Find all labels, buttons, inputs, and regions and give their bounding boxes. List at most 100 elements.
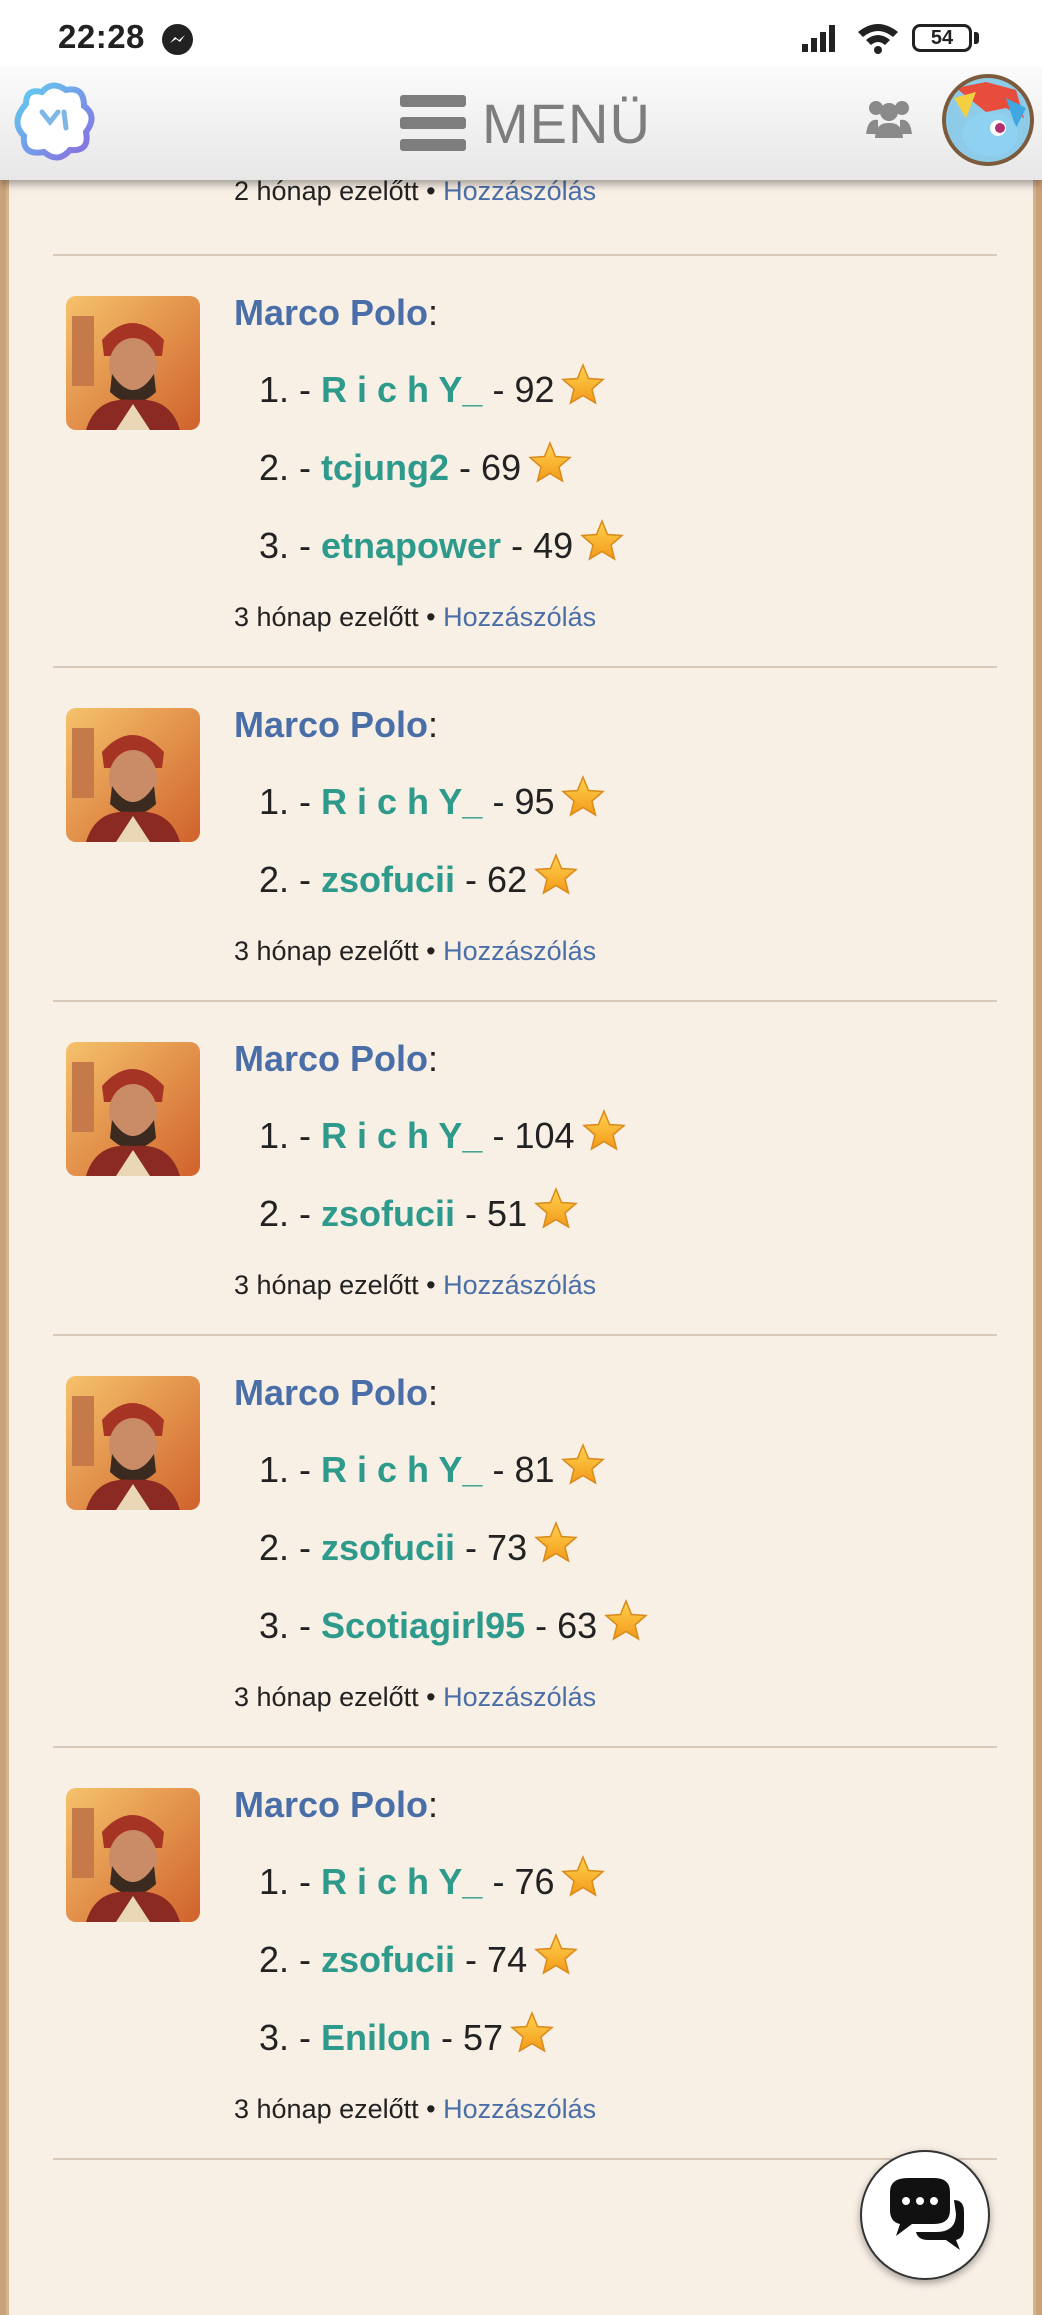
colon: : — [428, 704, 439, 745]
post-avatar[interactable] — [66, 708, 200, 842]
entry-username[interactable]: R i c h Y_ — [321, 369, 482, 411]
menu-button[interactable]: MENÜ — [400, 86, 651, 160]
friends-icon[interactable] — [864, 94, 914, 142]
leaderboard-entry: 2. - zsofucii - 73 — [259, 1520, 579, 1575]
colon: : — [428, 292, 439, 333]
post-author[interactable]: Marco Polo: — [234, 292, 438, 334]
entry-username[interactable]: zsofucii — [321, 1193, 455, 1235]
post-time: 3 hónap ezelőtt — [234, 1682, 419, 1712]
entry-username[interactable]: Enilon — [321, 2017, 431, 2059]
entry-rank: 2. — [259, 858, 290, 900]
entry-username[interactable]: zsofucii — [321, 1527, 455, 1569]
divider — [53, 1746, 997, 1748]
comment-link[interactable]: Hozzászólás — [443, 2094, 596, 2124]
entry-username[interactable]: etnapower — [321, 525, 501, 567]
star-icon — [603, 1598, 649, 1653]
hamburger-icon — [400, 95, 466, 151]
entry-dash: - — [289, 1604, 322, 1646]
entry-dash: - — [289, 446, 322, 488]
comment-link[interactable]: Hozzászólás — [443, 1270, 596, 1300]
leaderboard-entry: 3. - Scotiagirl95 - 63 — [259, 1598, 649, 1653]
post-author[interactable]: Marco Polo: — [234, 1372, 438, 1414]
post-time: 3 hónap ezelőtt — [234, 1270, 419, 1300]
entry-dash: - — [289, 1192, 322, 1234]
chat-button[interactable] — [860, 2150, 990, 2280]
leaderboard-entry: 2. - zsofucii - 62 — [259, 852, 579, 907]
entry-rank: 2. — [259, 1526, 290, 1568]
status-time: 22:28 — [58, 18, 145, 55]
entry-dash: - — [289, 1526, 322, 1568]
post-time: 3 hónap ezelőtt — [234, 602, 419, 632]
entry-username[interactable]: tcjung2 — [321, 447, 449, 489]
entry-score: 73 — [487, 1526, 528, 1568]
meta-separator: • — [418, 1682, 444, 1712]
post-time: 2 hónap ezelőtt — [234, 176, 419, 206]
comment-link[interactable]: Hozzászólás — [443, 176, 596, 206]
comment-link[interactable]: Hozzászólás — [443, 936, 596, 966]
post-author[interactable]: Marco Polo: — [234, 1784, 438, 1826]
post-avatar[interactable] — [66, 296, 200, 430]
author-link[interactable]: Marco Polo — [234, 1038, 428, 1079]
star-icon — [581, 1108, 627, 1163]
chat-icon — [890, 2178, 964, 2250]
wifi-icon — [858, 24, 898, 54]
leaderboard-entry: 1. - R i c h Y_ - 95 — [259, 774, 606, 829]
entry-username[interactable]: R i c h Y_ — [321, 1115, 482, 1157]
entry-dash: - — [449, 446, 482, 488]
leaderboard-entry: 2. - zsofucii - 74 — [259, 1932, 579, 1987]
post-time: 3 hónap ezelőtt — [234, 2094, 419, 2124]
entry-username[interactable]: zsofucii — [321, 859, 455, 901]
star-icon — [533, 1186, 579, 1241]
divider — [53, 254, 997, 256]
post-author[interactable]: Marco Polo: — [234, 1038, 438, 1080]
author-link[interactable]: Marco Polo — [234, 704, 428, 745]
messenger-icon — [162, 24, 193, 55]
entry-dash: - — [501, 524, 534, 566]
entry-username[interactable]: zsofucii — [321, 1939, 455, 1981]
star-icon — [560, 1854, 606, 1909]
leaderboard-entry: 1. - R i c h Y_ - 76 — [259, 1854, 606, 1909]
entry-username[interactable]: R i c h Y_ — [321, 781, 482, 823]
entry-dash: - — [482, 780, 515, 822]
author-link[interactable]: Marco Polo — [234, 1784, 428, 1825]
post-avatar[interactable] — [66, 1788, 200, 1922]
leaderboard-entry: 1. - R i c h Y_ - 104 — [259, 1108, 627, 1163]
post-meta: 3 hónap ezelőtt • Hozzászólás — [234, 2094, 596, 2125]
post-meta: 3 hónap ezelőtt • Hozzászólás — [234, 1270, 596, 1301]
post-avatar[interactable] — [66, 1042, 200, 1176]
meta-separator: • — [418, 602, 444, 632]
entry-dash: - — [455, 1192, 488, 1234]
author-link[interactable]: Marco Polo — [234, 1372, 428, 1413]
meta-separator: • — [418, 936, 444, 966]
entry-rank: 2. — [259, 446, 290, 488]
entry-dash: - — [289, 858, 322, 900]
comment-link[interactable]: Hozzászólás — [443, 602, 596, 632]
entry-score: 92 — [514, 368, 555, 410]
feed: 2 hónap ezelőtt • Hozzászólás Marco Polo… — [6, 66, 1036, 2315]
entry-dash: - — [455, 1938, 488, 1980]
meta-separator: • — [418, 1270, 444, 1300]
leaderboard-entry: 2. - tcjung2 - 69 — [259, 440, 573, 495]
entry-score: 57 — [463, 2016, 504, 2058]
entry-rank: 3. — [259, 2016, 290, 2058]
divider — [53, 1334, 997, 1336]
entry-dash: - — [289, 780, 322, 822]
entry-username[interactable]: R i c h Y_ — [321, 1861, 482, 1903]
leaderboard-entry: 2. - zsofucii - 51 — [259, 1186, 579, 1241]
user-avatar[interactable] — [942, 74, 1034, 166]
author-link[interactable]: Marco Polo — [234, 292, 428, 333]
star-icon — [533, 1932, 579, 1987]
entry-dash: - — [482, 1860, 515, 1902]
entry-username[interactable]: Scotiagirl95 — [321, 1605, 525, 1647]
star-icon — [560, 1442, 606, 1497]
comment-link[interactable]: Hozzászólás — [443, 1682, 596, 1712]
entry-username[interactable]: R i c h Y_ — [321, 1449, 482, 1491]
entry-dash: - — [289, 524, 322, 566]
post-avatar[interactable] — [66, 1376, 200, 1510]
post-author[interactable]: Marco Polo: — [234, 704, 438, 746]
entry-dash: - — [482, 1114, 515, 1156]
star-icon — [560, 362, 606, 417]
entry-dash: - — [289, 1114, 322, 1156]
app-logo[interactable] — [8, 76, 100, 168]
battery-tip — [974, 32, 979, 44]
